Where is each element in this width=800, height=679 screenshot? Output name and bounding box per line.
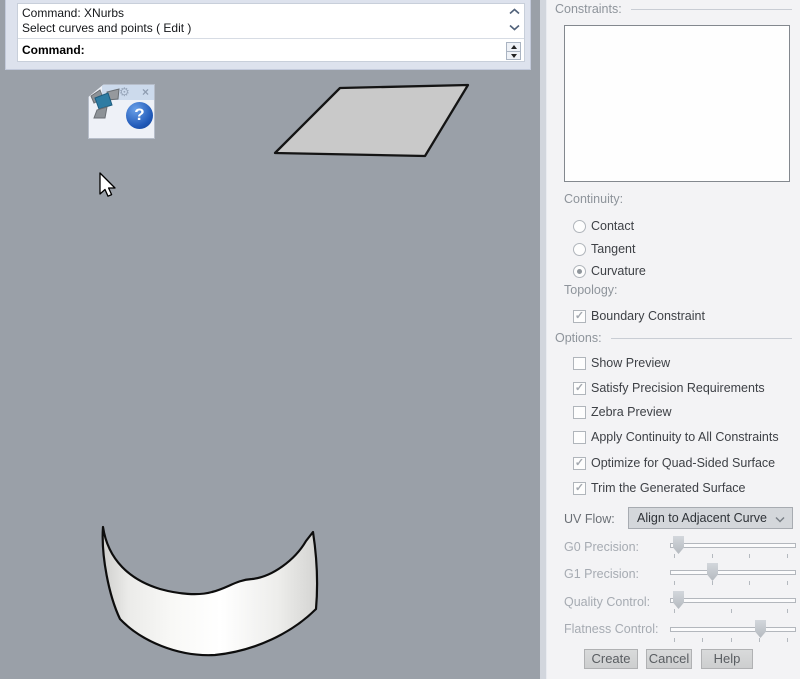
help-button[interactable]: Help (701, 649, 753, 669)
options-label: Options: (555, 331, 602, 345)
radio-curvature[interactable]: Curvature (573, 263, 646, 279)
viewport-geometry (0, 0, 540, 679)
constraints-label: Constraints: (555, 2, 622, 16)
radio-icon[interactable] (573, 265, 586, 278)
radio-icon[interactable] (573, 220, 586, 233)
quality-control-slider[interactable] (670, 598, 796, 603)
command-spinner[interactable] (506, 42, 521, 60)
checkbox-show-preview[interactable]: ✓ Show Preview (573, 355, 670, 371)
g1-precision-label: G1 Precision: (564, 567, 639, 581)
options-group-header: Options: (555, 331, 792, 345)
checkbox-label: Apply Continuity to All Constraints (591, 430, 779, 444)
help-icon[interactable]: ? (126, 102, 153, 129)
xnurbs-toolbar-popup: ⚙ × ? (88, 84, 155, 139)
chevron-down-icon (775, 516, 785, 523)
checkbox-label: Show Preview (591, 356, 670, 370)
slider-ticks (674, 609, 788, 614)
spinner-down-icon[interactable] (507, 51, 520, 59)
checkbox-label: Zebra Preview (591, 405, 672, 419)
constraints-listbox[interactable] (564, 25, 790, 182)
xnurbs-panel: Constraints: Continuity: Contact Tangent… (546, 0, 800, 679)
curved-surface[interactable] (103, 527, 317, 655)
create-button[interactable]: Create (584, 649, 638, 669)
checkbox-icon[interactable]: ✓ (573, 357, 586, 370)
slider-thumb[interactable] (755, 620, 766, 638)
slider-ticks (674, 638, 788, 643)
command-prompt-label: Command: (22, 43, 85, 57)
app-window: ⚙ × ? Command: XNurbs Select curves and … (0, 0, 800, 679)
uv-flow-dropdown[interactable]: Align to Adjacent Curve (628, 507, 793, 529)
checkbox-optimize-quad[interactable]: ✓ Optimize for Quad-Sided Surface (573, 455, 775, 471)
slider-thumb[interactable] (673, 536, 684, 554)
slider-ticks (674, 554, 788, 559)
slider-thumb[interactable] (707, 563, 718, 581)
slider-thumb[interactable] (673, 591, 684, 609)
flatness-control-label: Flatness Control: (564, 622, 658, 636)
checkbox-icon[interactable]: ✓ (573, 482, 586, 495)
chevron-up-icon[interactable] (509, 8, 520, 15)
radio-label: Contact (591, 219, 634, 233)
topology-label: Topology: (564, 283, 618, 297)
viewport-3d[interactable]: ⚙ × ? (0, 0, 540, 679)
group-divider (611, 338, 792, 339)
g0-precision-label: G0 Precision: (564, 540, 639, 554)
checkbox-icon[interactable]: ✓ (573, 382, 586, 395)
quality-control-label: Quality Control: (564, 595, 650, 609)
slider-ticks (674, 581, 788, 586)
command-history-line: Select curves and points ( Edit ) (18, 21, 524, 36)
planar-surface[interactable] (275, 85, 468, 156)
history-scrollbar[interactable] (507, 6, 521, 36)
uv-flow-label: UV Flow: (564, 512, 615, 526)
spinner-up-icon[interactable] (507, 43, 520, 51)
checkbox-label: Trim the Generated Surface (591, 481, 745, 495)
checkbox-label: Boundary Constraint (591, 309, 705, 323)
continuity-label: Continuity: (564, 192, 623, 206)
radio-tangent[interactable]: Tangent (573, 241, 635, 257)
checkbox-satisfy-precision[interactable]: ✓ Satisfy Precision Requirements (573, 380, 765, 396)
checkbox-apply-continuity-all[interactable]: ✓ Apply Continuity to All Constraints (573, 429, 779, 445)
radio-label: Tangent (591, 242, 635, 256)
uv-flow-value: Align to Adjacent Curve (637, 511, 767, 525)
cancel-button[interactable]: Cancel (646, 649, 692, 669)
command-panel: Command: XNurbs Select curves and points… (5, 0, 531, 70)
close-icon[interactable]: × (142, 85, 149, 99)
radio-label: Curvature (591, 264, 646, 278)
checkbox-label: Satisfy Precision Requirements (591, 381, 765, 395)
command-history-box[interactable]: Command: XNurbs Select curves and points… (17, 3, 525, 62)
g1-precision-slider[interactable] (670, 570, 796, 575)
command-history-line: Command: XNurbs (18, 4, 524, 21)
chevron-down-icon[interactable] (509, 24, 520, 31)
command-input[interactable]: Command: (18, 38, 524, 61)
checkbox-zebra-preview[interactable]: ✓ Zebra Preview (573, 404, 672, 420)
radio-contact[interactable]: Contact (573, 218, 634, 234)
checkbox-icon[interactable]: ✓ (573, 431, 586, 444)
g0-precision-slider[interactable] (670, 543, 796, 548)
flatness-control-slider[interactable] (670, 627, 796, 632)
constraints-group-header: Constraints: (555, 2, 792, 16)
checkbox-icon[interactable]: ✓ (573, 457, 586, 470)
checkbox-icon[interactable]: ✓ (573, 406, 586, 419)
checkbox-icon[interactable]: ✓ (573, 310, 586, 323)
checkbox-boundary-constraint[interactable]: ✓ Boundary Constraint (573, 308, 705, 324)
mouse-cursor (100, 173, 115, 196)
checkbox-label: Optimize for Quad-Sided Surface (591, 456, 775, 470)
checkbox-trim-surface[interactable]: ✓ Trim the Generated Surface (573, 480, 745, 496)
group-divider (631, 9, 792, 10)
radio-icon[interactable] (573, 243, 586, 256)
